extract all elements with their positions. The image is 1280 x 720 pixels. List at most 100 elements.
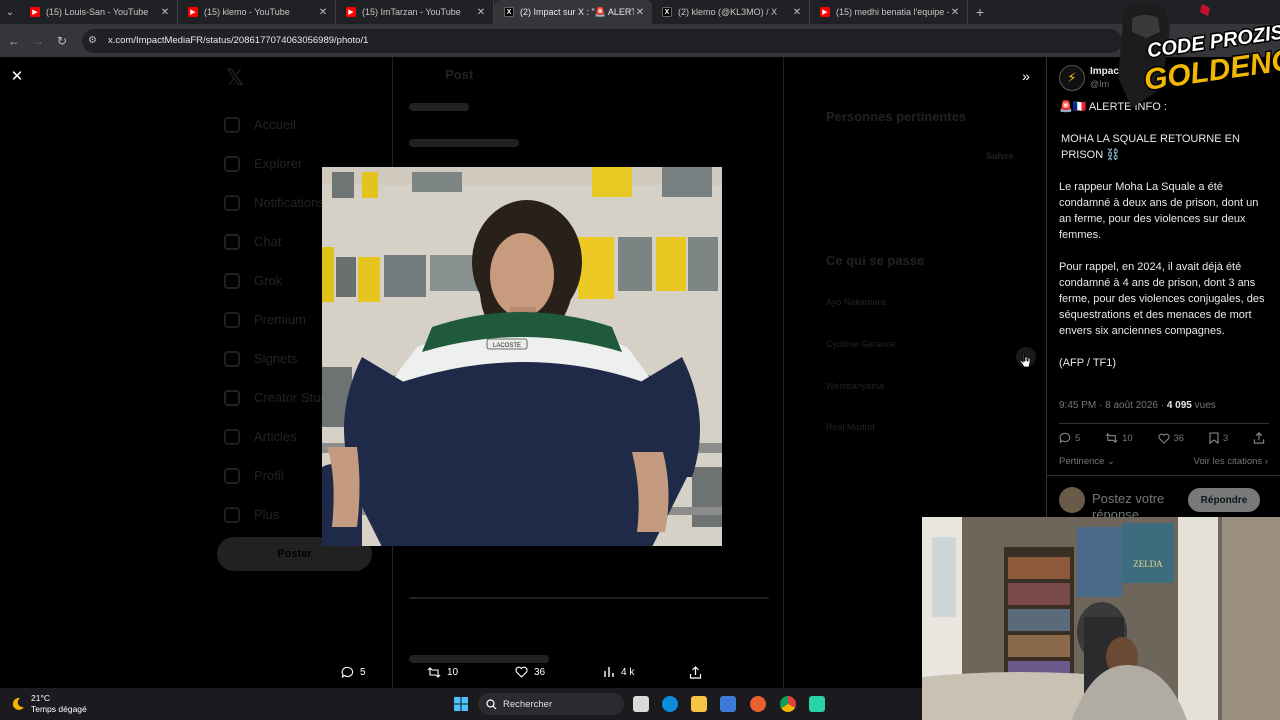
like-count: 36 xyxy=(1173,432,1185,444)
store-icon[interactable] xyxy=(720,696,736,712)
site-settings-icon[interactable]: ⚙ xyxy=(88,35,102,46)
tab-title: (15) medhi benatia l'equipe - Y xyxy=(836,7,949,17)
photo-likes[interactable]: 36 xyxy=(515,662,545,682)
follow-label: Suivre xyxy=(986,151,1014,161)
sort-label: Pertinence xyxy=(1059,456,1105,467)
close-tab-icon[interactable]: ✕ xyxy=(475,7,487,18)
reply-input[interactable]: Postez votre réponse xyxy=(1092,491,1182,517)
chevron-right-icon: › xyxy=(1262,456,1268,467)
new-tab-icon[interactable]: + xyxy=(968,4,992,20)
tweet-paragraph-2: Pour rappel, en 2024, il avait déjà été … xyxy=(1059,261,1265,337)
close-tab-icon[interactable]: ✕ xyxy=(634,7,646,18)
search-icon xyxy=(224,155,240,172)
bookmark-count: 3 xyxy=(1222,432,1229,444)
windows-start-icon[interactable] xyxy=(453,696,469,712)
x-icon: X xyxy=(504,7,514,17)
views-icon xyxy=(604,667,614,677)
repost-count: 10 xyxy=(447,666,459,678)
chat-icon xyxy=(224,233,240,250)
photo-views[interactable]: 4 k xyxy=(603,662,634,682)
heart-icon xyxy=(1157,433,1170,444)
tab-impact-x[interactable]: X (2) Impact sur X : "🚨 ALERTE ✕ xyxy=(494,0,652,24)
text-placeholder xyxy=(409,103,469,111)
tab-louis-san[interactable]: ▶ (15) Louis-San - YouTube ✕ xyxy=(20,0,178,24)
forward-icon[interactable]: → xyxy=(26,29,50,53)
divider xyxy=(1059,423,1269,424)
view-quotes-link[interactable]: Voir les citations › xyxy=(1194,456,1268,467)
chrome-icon[interactable] xyxy=(780,696,796,712)
nav-label: Signets xyxy=(254,351,298,366)
nav-label: Plus xyxy=(254,507,280,522)
text-placeholder xyxy=(409,139,519,147)
sort-dropdown[interactable]: Pertinence ⌄ xyxy=(1059,456,1115,467)
close-tab-icon[interactable]: ✕ xyxy=(791,7,803,18)
tab-klemo-youtube[interactable]: ▶ (15) klemo - YouTube ✕ xyxy=(178,0,336,24)
nav-item: Accueil xyxy=(224,105,384,144)
article-icon xyxy=(224,428,240,445)
close-tab-icon[interactable]: ✕ xyxy=(159,7,171,18)
bookmark-icon xyxy=(224,350,240,367)
like-button[interactable]: 36 xyxy=(1157,432,1185,444)
bookmark-button[interactable]: 3 xyxy=(1209,432,1228,444)
task-view-icon[interactable] xyxy=(633,696,649,712)
photo-image: LACOSTE xyxy=(322,167,722,546)
reload-icon[interactable]: ↻ xyxy=(50,29,74,53)
tweet-views-label: vues xyxy=(1191,400,1216,411)
close-tab-icon[interactable]: ✕ xyxy=(317,7,329,18)
nav-label: Grok xyxy=(254,273,283,288)
close-tab-icon[interactable]: ✕ xyxy=(949,7,961,18)
more-icon xyxy=(224,506,240,523)
chevron-double-right-icon[interactable]: » xyxy=(1016,67,1036,85)
divider xyxy=(409,597,769,599)
tab-imtarzan[interactable]: ▶ (15) ImTarzan - YouTube ✕ xyxy=(336,0,494,24)
tweet-views-count: 4 095 xyxy=(1166,400,1192,411)
temperature: 21°C xyxy=(31,693,50,703)
tab-title: (15) Louis-San - YouTube xyxy=(46,7,149,17)
tweet-paragraph-1: Le rappeur Moha La Squale a été condamné… xyxy=(1059,181,1259,241)
reply-button[interactable]: 5 xyxy=(1059,432,1080,444)
url-text: x.com/ImpactMediaFR/status/2086177074063… xyxy=(108,35,369,46)
tweet-actions: 5 10 36 3 xyxy=(1059,432,1269,444)
grok-icon xyxy=(224,272,240,289)
x-icon: X xyxy=(662,7,672,17)
tweet-text: 🚨🇫🇷 ALERTE INFO : MOHA LA SQUALE RETOURN… xyxy=(1059,99,1269,371)
home-icon xyxy=(224,116,240,133)
share-button[interactable] xyxy=(1253,432,1269,444)
close-icon[interactable]: ✕ xyxy=(8,67,26,85)
firefox-icon[interactable] xyxy=(750,696,766,712)
weather-widget[interactable]: 21°C Temps dégagé xyxy=(10,693,87,715)
tweet-time[interactable]: 9:45 PM · 8 août 2026 · xyxy=(1059,400,1167,411)
share-icon xyxy=(1253,432,1265,444)
post-header: Post xyxy=(445,67,474,82)
tab-search-icon[interactable]: ⌄ xyxy=(0,0,20,24)
tweet-photo[interactable]: LACOSTE xyxy=(322,167,722,546)
windows-logo-icon xyxy=(454,697,468,711)
tab-klemo-x[interactable]: X (2) klemo (@KL3MO) / X ✕ xyxy=(652,0,810,24)
url-input[interactable]: ⚙ x.com/ImpactMediaFR/status/20861770740… xyxy=(82,28,1122,53)
youtube-icon: ▶ xyxy=(188,7,198,17)
photo-replies[interactable]: 5 xyxy=(341,662,366,682)
like-count: 36 xyxy=(534,666,546,678)
bell-icon xyxy=(224,194,240,211)
tweet-timestamp: 9:45 PM · 8 août 2026 · 4 095 vues xyxy=(1059,400,1216,411)
rocket-icon xyxy=(224,389,240,406)
nav-label: Notifications xyxy=(254,195,325,210)
user-avatar[interactable] xyxy=(1059,487,1085,513)
repost-button[interactable]: 10 xyxy=(1105,432,1133,444)
relevant-people-heading: Personnes pertinentes xyxy=(826,109,967,124)
back-icon[interactable]: ← xyxy=(2,29,26,53)
windows-taskbar: 21°C Temps dégagé Rechercher xyxy=(0,688,922,720)
tab-title: (2) klemo (@KL3MO) / X xyxy=(678,7,778,17)
photo-share[interactable] xyxy=(689,662,708,682)
tab-medhi-benatia[interactable]: ▶ (15) medhi benatia l'equipe - Y ✕ xyxy=(810,0,968,24)
youtube-icon: ▶ xyxy=(30,7,40,17)
taskbar-search[interactable]: Rechercher xyxy=(478,693,624,715)
author-avatar[interactable]: ⚡ xyxy=(1059,65,1085,91)
edge-icon[interactable] xyxy=(662,696,678,712)
reply-submit-button[interactable]: Répondre xyxy=(1188,488,1260,512)
file-explorer-icon[interactable] xyxy=(691,696,707,712)
weather-description: Temps dégagé xyxy=(31,704,87,714)
app-icon[interactable] xyxy=(809,696,825,712)
photo-reposts[interactable]: 10 xyxy=(427,662,458,682)
hand-cursor-icon xyxy=(1019,352,1031,368)
